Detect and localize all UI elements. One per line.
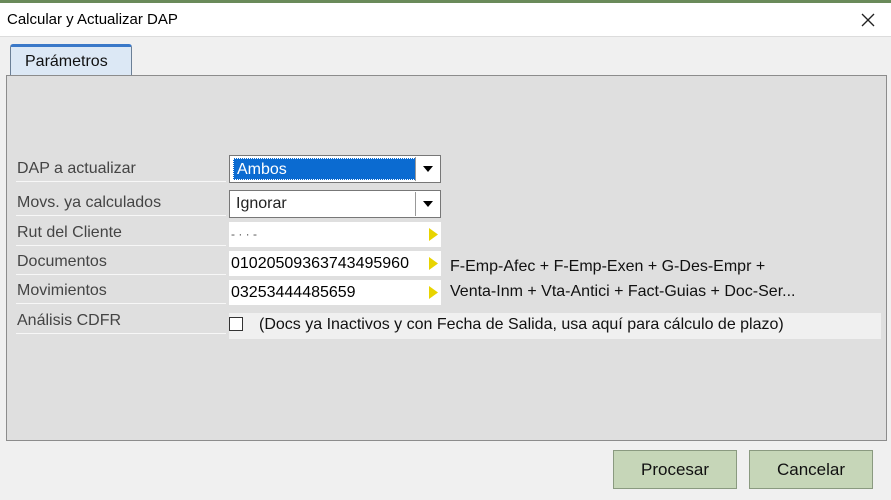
movimientos-lookup-button[interactable]	[425, 280, 441, 305]
movs-label: Movs. ya calculados	[16, 191, 226, 216]
rut-input[interactable]: - · · -	[229, 222, 425, 247]
movs-select[interactable]: Ignorar	[229, 190, 441, 218]
chevron-down-icon	[422, 201, 433, 207]
cdfr-label: Análisis CDFR	[16, 309, 226, 334]
dap-select-value: Ambos	[233, 158, 416, 180]
procesar-button[interactable]: Procesar	[613, 450, 737, 489]
documentos-formula-line1: F-Emp-Afec + F-Emp-Exen + G-Des-Empr +	[450, 258, 766, 275]
dap-dropdown-button[interactable]	[415, 157, 439, 181]
title-bar: Calcular y Actualizar DAP	[0, 3, 891, 37]
movimientos-input[interactable]: 03253444485659	[229, 280, 425, 305]
cdfr-note: (Docs ya Inactivos y con Fecha de Salida…	[259, 316, 784, 333]
window-title: Calcular y Actualizar DAP	[7, 11, 178, 28]
close-button[interactable]	[845, 3, 891, 36]
movimientos-label: Movimientos	[16, 279, 226, 304]
close-icon	[861, 13, 875, 26]
triangle-right-icon	[428, 257, 438, 270]
dap-label: DAP a actualizar	[16, 157, 226, 182]
documentos-label: Documentos	[16, 250, 226, 275]
tab-label: Parámetros	[25, 53, 108, 70]
documentos-formula-line2: Venta-Inm + Vta-Antici + Fact-Guias + Do…	[450, 283, 796, 300]
cdfr-checkbox[interactable]	[229, 317, 243, 331]
documentos-input[interactable]: 01020509363743495960	[229, 251, 425, 276]
tab-parametros[interactable]: Parámetros	[10, 44, 132, 75]
dap-select[interactable]: Ambos	[229, 155, 441, 183]
rut-label: Rut del Cliente	[16, 221, 226, 246]
documentos-lookup-button[interactable]	[425, 251, 441, 276]
triangle-right-icon	[428, 286, 438, 299]
rut-lookup-button[interactable]	[425, 222, 441, 247]
cancelar-button[interactable]: Cancelar	[749, 450, 873, 489]
movs-dropdown-button[interactable]	[415, 192, 439, 216]
chevron-down-icon	[422, 166, 433, 172]
movs-select-value: Ignorar	[236, 195, 287, 212]
triangle-right-icon	[428, 228, 438, 241]
